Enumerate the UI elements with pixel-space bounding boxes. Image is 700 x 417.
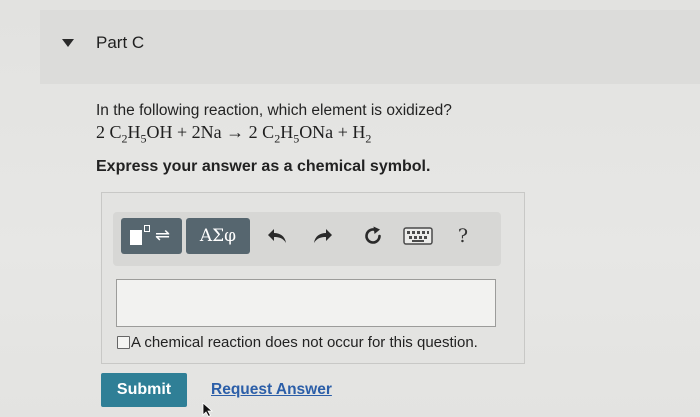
request-answer-link[interactable]: Request Answer bbox=[211, 381, 332, 399]
greek-symbols-button[interactable]: ΑΣφ bbox=[186, 218, 250, 254]
equation-arrow: → bbox=[226, 122, 245, 142]
part-title[interactable]: Part C bbox=[96, 33, 144, 53]
equation-species-sodium-ethoxide: C2H5ONa bbox=[262, 122, 334, 146]
reset-icon[interactable] bbox=[361, 224, 385, 248]
equation-plus: + bbox=[337, 122, 348, 142]
equation-coefficient: 2 bbox=[191, 122, 201, 142]
question-text: In the following reaction, which element… bbox=[96, 102, 452, 119]
keyboard-icon[interactable] bbox=[403, 226, 433, 246]
reaction-equation: 2 C2H5OH + 2Na → 2 C2H5ONa + H2 bbox=[96, 122, 371, 147]
help-button[interactable]: ? bbox=[455, 224, 471, 248]
equation-species-ethanol: C2H5OH bbox=[109, 122, 173, 146]
equation-plus: + bbox=[177, 122, 188, 142]
templates-button[interactable]: ⇌ bbox=[121, 218, 182, 254]
collapse-caret-icon[interactable] bbox=[62, 39, 74, 47]
submit-button[interactable]: Submit bbox=[101, 373, 187, 407]
equation-coefficient: 2 bbox=[96, 122, 105, 142]
undo-icon[interactable] bbox=[266, 224, 290, 248]
answer-instruction: Express your answer as a chemical symbol… bbox=[96, 158, 431, 175]
equation-species-sodium: Na bbox=[200, 122, 222, 142]
equation-species-hydrogen: H2 bbox=[352, 122, 372, 146]
no-reaction-label[interactable]: A chemical reaction does not occur for t… bbox=[131, 334, 478, 351]
mouse-cursor-icon bbox=[202, 402, 214, 417]
redo-icon[interactable] bbox=[310, 224, 334, 248]
answer-input[interactable] bbox=[116, 279, 496, 327]
equation-coefficient: 2 bbox=[248, 122, 258, 142]
no-reaction-checkbox[interactable] bbox=[117, 336, 130, 349]
